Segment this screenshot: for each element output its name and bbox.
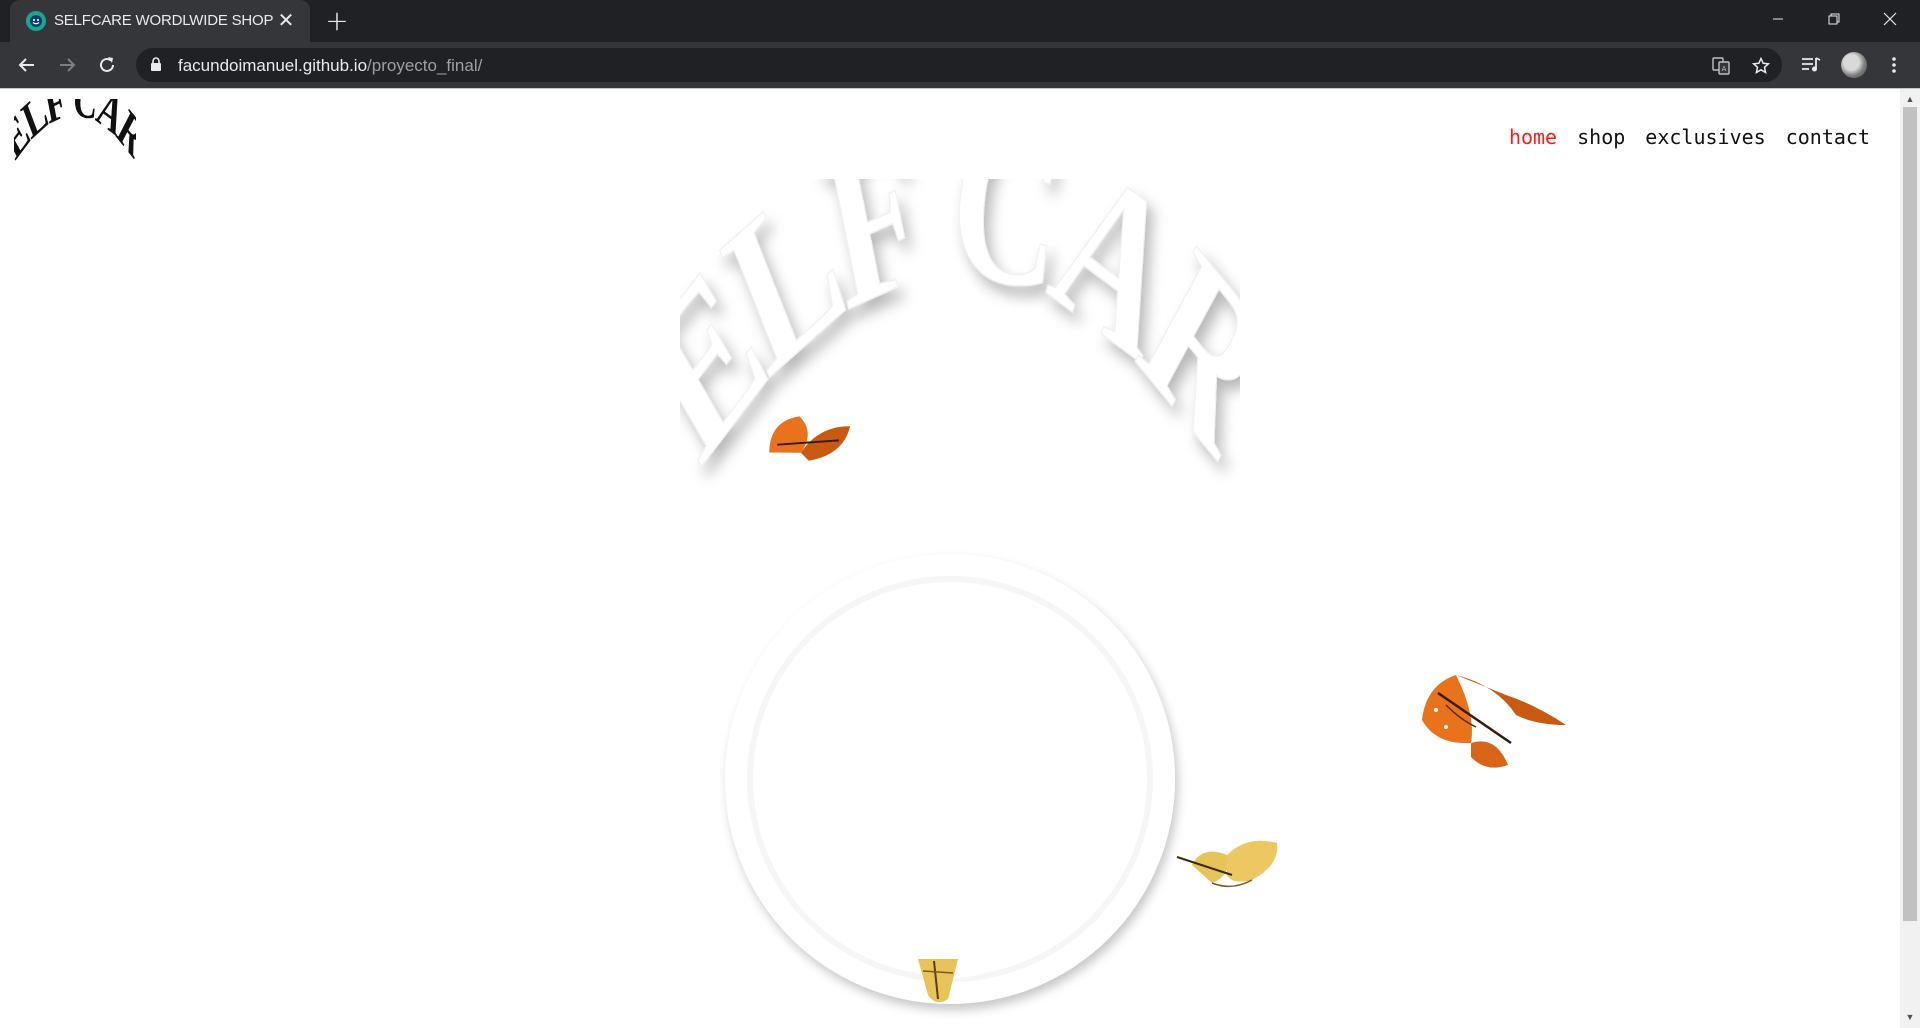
star-icon[interactable] bbox=[1750, 55, 1772, 77]
svg-text:SELF CARE: SELF CARE bbox=[14, 99, 136, 170]
nav-contact-link[interactable]: contact bbox=[1786, 125, 1870, 149]
close-window-icon[interactable] bbox=[1862, 0, 1918, 38]
page-scrollbar[interactable]: ▲ ▼ bbox=[1900, 89, 1920, 1028]
more-menu-icon[interactable] bbox=[1880, 51, 1908, 79]
page-viewport: SELF CARE home shop exclusives contact bbox=[0, 89, 1900, 1028]
profile-avatar[interactable] bbox=[1840, 51, 1868, 79]
reload-icon[interactable] bbox=[91, 49, 123, 81]
tab-title: SELFCARE WORDLWIDE SHOP bbox=[54, 12, 274, 29]
site-logo[interactable]: SELF CARE bbox=[14, 99, 136, 171]
browser-toolbar: facundoimanuel.github.io/proyecto_final/… bbox=[0, 42, 1920, 88]
nav-home-link[interactable]: home bbox=[1509, 125, 1557, 149]
browser-tab-strip: SELFCARE WORDLWIDE SHOP ✕ + bbox=[0, 0, 1920, 42]
forward-arrow-icon[interactable] bbox=[51, 49, 83, 81]
nav-shop-link[interactable]: shop bbox=[1577, 125, 1625, 149]
restore-icon[interactable] bbox=[1806, 0, 1862, 38]
lock-icon[interactable] bbox=[150, 57, 162, 77]
hero-graphic: SELF CARE bbox=[680, 179, 1240, 1004]
svg-text:A: A bbox=[1722, 65, 1727, 73]
nav-exclusives-link[interactable]: exclusives bbox=[1645, 125, 1765, 149]
scroll-down-icon[interactable]: ▼ bbox=[1904, 1011, 1916, 1023]
yellow-butterfly bbox=[1176, 840, 1278, 888]
back-arrow-icon[interactable] bbox=[11, 49, 43, 81]
minimize-icon[interactable] bbox=[1750, 0, 1806, 38]
svg-text:SELF CARE: SELF CARE bbox=[680, 179, 1240, 506]
scroll-thumb[interactable] bbox=[1903, 107, 1917, 921]
avatar-image bbox=[1841, 52, 1867, 78]
tab-close-icon[interactable]: ✕ bbox=[274, 9, 298, 33]
address-bar[interactable]: facundoimanuel.github.io/proyecto_final/… bbox=[136, 48, 1782, 82]
address-url[interactable]: facundoimanuel.github.io/proyecto_final/ bbox=[178, 56, 482, 76]
site-nav: home shop exclusives contact bbox=[1509, 125, 1870, 149]
translate-icon[interactable]: A bbox=[1710, 55, 1732, 77]
media-control-icon[interactable] bbox=[1797, 51, 1825, 79]
new-tab-button[interactable]: + bbox=[322, 7, 352, 37]
scroll-up-icon[interactable]: ▲ bbox=[1904, 93, 1916, 105]
smiley-face-emboss bbox=[725, 554, 1175, 1004]
hero-wordmark: SELF CARE bbox=[680, 179, 1240, 507]
orange-butterfly bbox=[1422, 675, 1566, 768]
browser-tab[interactable]: SELFCARE WORDLWIDE SHOP ✕ bbox=[10, 0, 310, 42]
url-path: /proyecto_final/ bbox=[367, 56, 483, 75]
site-favicon-icon bbox=[26, 11, 46, 31]
url-host: facundoimanuel.github.io bbox=[178, 56, 368, 75]
